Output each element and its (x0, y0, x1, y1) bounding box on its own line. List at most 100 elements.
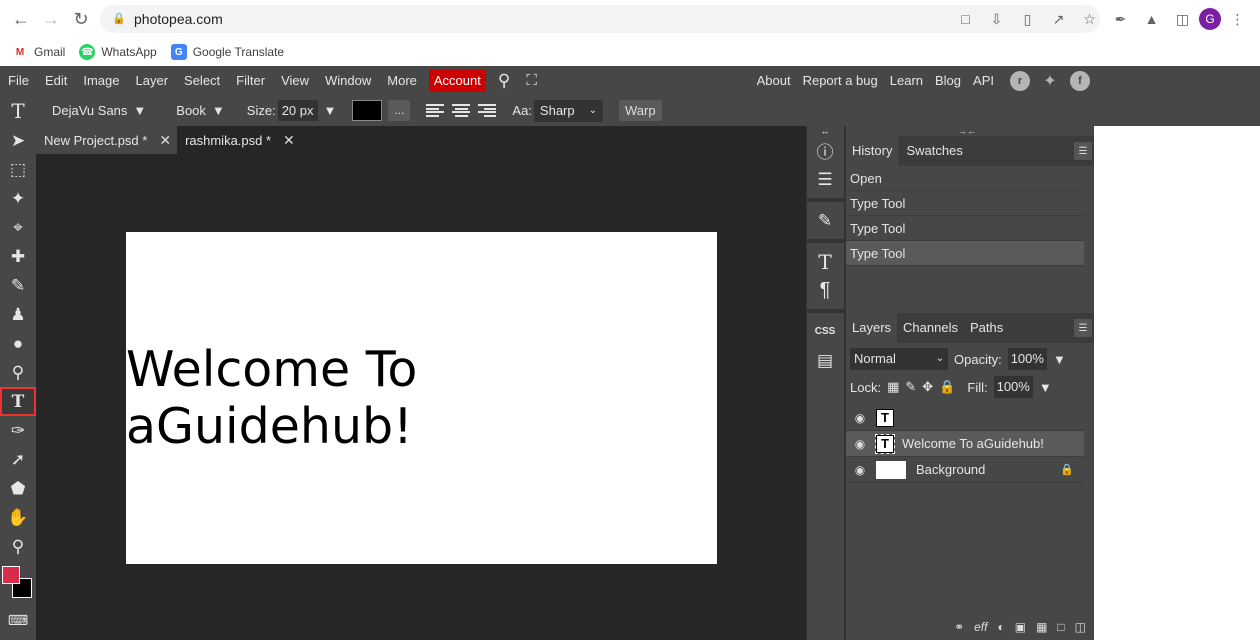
bookmark-google-translate[interactable]: G Google Translate (170, 44, 284, 60)
adjustments-icon[interactable]: ☰ (807, 165, 843, 194)
extensions-icon[interactable]: ▲ (1137, 5, 1166, 33)
bookmark-gmail[interactable]: M Gmail (12, 44, 66, 60)
new-layer-icon[interactable]: □ (1057, 620, 1064, 634)
tab-rashmika[interactable]: rashmika.psd * ✕ (177, 126, 301, 154)
visibility-eye-icon[interactable]: ◉ (850, 463, 870, 477)
menu-select[interactable]: Select (176, 66, 228, 95)
menu-layer[interactable]: Layer (128, 66, 177, 95)
layer-row[interactable]: ◉ T Welcome To aGuidehub! (846, 431, 1084, 457)
pen-tool-icon[interactable]: ✑ (0, 416, 36, 445)
effects-button[interactable]: eff (974, 620, 987, 634)
reddit-icon[interactable]: r (1010, 70, 1030, 91)
info-icon[interactable]: ⓘ (807, 136, 843, 165)
menu-filter[interactable]: Filter (228, 66, 273, 95)
close-icon[interactable]: ✕ (159, 132, 171, 149)
link-api[interactable]: API (967, 66, 1000, 95)
move-tool-icon[interactable]: ➤ (0, 126, 36, 155)
canvas[interactable]: Welcome To aGuidehub! (126, 232, 717, 564)
hand-tool-icon[interactable]: ✋ (0, 503, 36, 532)
collapse-icon[interactable]: →← (846, 126, 1094, 136)
link-report-bug[interactable]: Report a bug (797, 66, 884, 95)
font-style-dropdown[interactable]: Book ▼ (168, 103, 233, 118)
page-icon[interactable]: ▯ (1013, 5, 1042, 33)
zoom-tool-icon[interactable]: ⚲ (0, 532, 36, 561)
address-bar[interactable]: 🔒 photopea.com (100, 5, 1100, 33)
expand-collapse-icon[interactable]: ↔ (807, 126, 843, 136)
history-item[interactable]: Type Tool (846, 241, 1084, 266)
panel-menu-icon[interactable]: ☰ (1074, 319, 1092, 337)
shape-tool-icon[interactable]: ⬟ (0, 474, 36, 503)
tab-channels[interactable]: Channels (897, 313, 964, 343)
foreground-color-swatch[interactable] (2, 566, 20, 584)
path-select-icon[interactable]: ➚ (0, 445, 36, 474)
bookmark-star-icon[interactable]: ☆ (1075, 5, 1104, 33)
eyedropper-icon[interactable]: ✒ (1106, 5, 1135, 33)
image-icon[interactable]: ▤ (807, 346, 843, 375)
blend-mode-select[interactable]: Normal ⌄ (850, 348, 948, 370)
dropdown-arrow-icon[interactable]: ▼ (1053, 352, 1066, 367)
lock-pixels-icon[interactable]: ✎ (905, 379, 916, 395)
stamp-tool-icon[interactable]: ♟ (0, 300, 36, 329)
marquee-tool-icon[interactable]: ⬚ (0, 155, 36, 184)
chrome-menu-icon[interactable]: ⋮ (1223, 5, 1252, 33)
warp-button[interactable]: Warp (619, 100, 662, 121)
crop-tool-icon[interactable]: ⌖ (0, 213, 36, 242)
brush-tool-icon[interactable]: ✎ (0, 271, 36, 300)
search-icon[interactable]: ⚲ (490, 66, 518, 95)
menu-image[interactable]: Image (75, 66, 127, 95)
dropdown-arrow-icon[interactable]: ▼ (1039, 380, 1052, 395)
tab-new-project[interactable]: New Project.psd * ✕ (36, 126, 178, 154)
link-about[interactable]: About (751, 66, 797, 95)
magic-wand-icon[interactable]: ✦ (0, 184, 36, 213)
align-left-icon[interactable] (424, 101, 446, 121)
screenshot-icon[interactable]: □ (951, 5, 980, 33)
menu-more[interactable]: More (379, 66, 425, 95)
share-icon[interactable]: ↗ (1044, 5, 1073, 33)
tab-swatches[interactable]: Swatches (898, 136, 968, 166)
lock-transparency-icon[interactable]: ▦ (887, 379, 899, 395)
tab-paths[interactable]: Paths (964, 313, 1009, 343)
twitter-icon[interactable]: ✦ (1040, 71, 1060, 91)
tab-history[interactable]: History (846, 136, 899, 166)
adjustment-layer-icon[interactable]: ◐ (997, 620, 1004, 634)
align-right-icon[interactable] (476, 101, 498, 121)
reload-icon[interactable]: ↻ (66, 4, 96, 34)
bookmark-whatsapp[interactable]: ☎ WhatsApp (79, 44, 157, 60)
close-icon[interactable]: ✕ (283, 132, 295, 149)
fill-input[interactable]: 100% (993, 376, 1033, 398)
more-options-button[interactable]: ... (388, 100, 411, 121)
history-item[interactable]: Open (846, 166, 1084, 191)
link-icon[interactable]: ⚭ (954, 620, 964, 634)
size-input[interactable]: 20 px (277, 100, 318, 121)
facebook-icon[interactable]: f (1070, 70, 1090, 91)
side-panel-icon[interactable]: ◫ (1168, 5, 1197, 33)
lock-position-icon[interactable]: ✥ (922, 379, 933, 395)
keyboard-icon[interactable]: ⌨ (0, 606, 36, 635)
antialias-select[interactable]: Sharp ⌄ (533, 99, 604, 122)
mask-icon[interactable]: ▣ (1015, 620, 1026, 634)
font-family-dropdown[interactable]: DejaVu Sans ▼ (44, 103, 154, 118)
css-icon[interactable]: CSS (807, 317, 843, 346)
menu-window[interactable]: Window (317, 66, 379, 95)
link-blog[interactable]: Blog (929, 66, 967, 95)
align-center-icon[interactable] (450, 101, 472, 121)
type-tool-button[interactable]: T (0, 387, 36, 416)
text-color-swatch[interactable] (352, 100, 383, 121)
folder-icon[interactable]: ▦ (1036, 620, 1047, 634)
canvas-text[interactable]: Welcome To aGuidehub! (126, 341, 717, 455)
menu-edit[interactable]: Edit (37, 66, 75, 95)
healing-tool-icon[interactable]: ✚ (0, 242, 36, 271)
character-icon[interactable]: T (807, 247, 843, 276)
history-item[interactable]: Type Tool (846, 216, 1084, 241)
visibility-eye-icon[interactable]: ◉ (850, 437, 870, 451)
fullscreen-icon[interactable]: ⛶ (518, 66, 545, 95)
layer-row[interactable]: ◉ T (846, 405, 1084, 431)
history-item[interactable]: Type Tool (846, 191, 1084, 216)
account-button[interactable]: Account (428, 69, 486, 92)
visibility-eye-icon[interactable]: ◉ (850, 411, 870, 425)
menu-file[interactable]: File (0, 66, 37, 95)
paragraph-icon[interactable]: ¶ (807, 276, 843, 305)
dropdown-arrow-icon[interactable]: ▼ (324, 103, 337, 118)
lock-all-icon[interactable]: 🔒 (939, 379, 955, 395)
trash-icon[interactable]: ◫ (1075, 620, 1086, 634)
